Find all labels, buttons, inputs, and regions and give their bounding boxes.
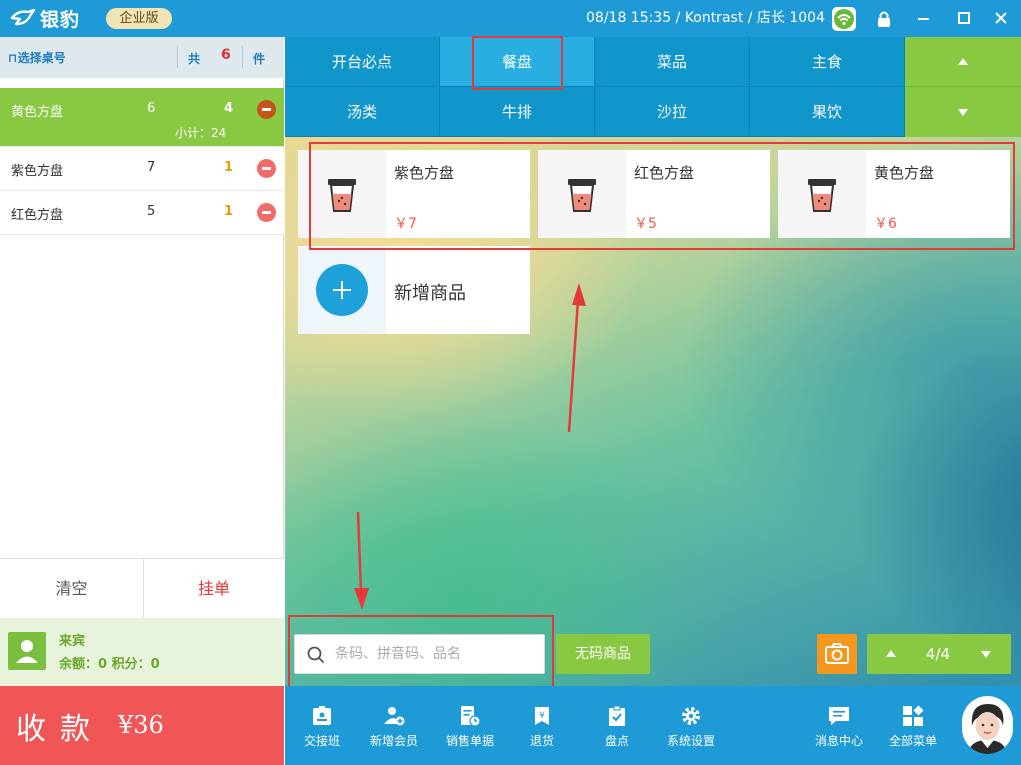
category-tab[interactable]: 汤类 — [285, 87, 440, 137]
id-card-icon — [313, 706, 331, 725]
status-text: 08/18 15:35 / Kontrast / 店长 1004 — [586, 10, 825, 26]
document-clock-icon — [461, 706, 481, 727]
agent-avatar-icon — [968, 704, 1007, 754]
divider — [242, 46, 243, 68]
category-tab[interactable]: 开台必点 — [285, 37, 440, 87]
search-icon — [307, 646, 325, 664]
return-goods-button[interactable]: ¥ 退货 — [505, 704, 579, 754]
page-down-button[interactable] — [961, 634, 1011, 674]
table-select-label[interactable]: ⊓选择桌号 — [8, 49, 66, 66]
return-icon: ¥ — [535, 707, 549, 725]
category-tab[interactable]: 果饮 — [750, 87, 905, 137]
all-menu-button[interactable]: 全部菜单 — [876, 704, 950, 754]
camera-button[interactable] — [817, 634, 857, 674]
category-tab[interactable]: 菜品 — [595, 37, 750, 87]
clear-button[interactable]: 清空 — [0, 558, 144, 618]
divider — [177, 46, 178, 68]
system-settings-button[interactable]: 系统设置 — [654, 704, 728, 754]
plus-icon — [316, 264, 368, 316]
arrow-down-icon — [981, 651, 991, 658]
arrow-up-icon — [958, 58, 968, 65]
order-item-name: 紫色方盘 — [11, 164, 64, 179]
shift-handover-button[interactable]: 交接班 — [285, 704, 359, 754]
customer-service-avatar[interactable] — [962, 696, 1013, 754]
message-center-button[interactable]: 消息中心 — [802, 704, 876, 754]
user-icon — [8, 632, 46, 670]
sales-records-button[interactable]: 销售单据 — [433, 704, 507, 754]
page-indicator: 4/4 — [915, 634, 961, 674]
remove-icon[interactable] — [257, 100, 276, 119]
no-barcode-product-button[interactable]: 无码商品 — [556, 634, 650, 674]
add-member-button[interactable]: 新增会员 — [357, 704, 431, 754]
edition-badge: 企业版 — [106, 8, 172, 29]
clipboard-check-icon — [609, 705, 625, 726]
hang-order-button[interactable]: 挂单 — [144, 558, 284, 618]
table-selector[interactable]: ⊓选择桌号 共 6 件 — [0, 37, 284, 78]
highlight-box — [309, 142, 1015, 250]
category-tab[interactable]: 牛排 — [440, 87, 595, 137]
order-item-price: 5 — [147, 204, 156, 219]
inventory-check-button[interactable]: 盘点 — [580, 704, 654, 754]
order-item[interactable]: 黄色方盘 6 4 小计：24 — [0, 88, 284, 147]
message-icon — [829, 707, 849, 725]
minimize-button[interactable] — [904, 0, 944, 37]
grid-menu-icon — [903, 705, 924, 726]
arrow-up-icon — [886, 650, 896, 657]
checkout-button[interactable]: 收款 ¥36 — [0, 686, 284, 765]
order-item-price: 6 — [147, 101, 156, 116]
maximize-button[interactable] — [944, 0, 984, 37]
category-tab[interactable]: 沙拉 — [595, 87, 750, 137]
svg-text:¥: ¥ — [539, 711, 545, 721]
search-input[interactable] — [335, 643, 535, 665]
member-name: 来宾 — [59, 634, 86, 649]
member-balance: 余额：0 积分：0 — [59, 657, 160, 672]
total-count: 6 — [221, 47, 231, 63]
member-info[interactable]: 来宾 余额：0 积分：0 — [0, 618, 284, 686]
table-icon: ⊓ — [8, 51, 18, 65]
total-suffix: 件 — [253, 52, 266, 66]
camera-icon — [825, 643, 849, 664]
total-prefix: 共 — [188, 52, 201, 66]
order-item[interactable]: 紫色方盘 7 1 — [0, 147, 284, 191]
category-scroll-up-button[interactable] — [905, 37, 1021, 87]
wifi-icon[interactable] — [832, 7, 856, 31]
product-area: 开台必点 餐盘 菜品 主食 汤类 牛排 沙拉 果饮 紫色方盘 ￥7 红色方盘 ￥… — [285, 36, 1021, 697]
remove-icon[interactable] — [257, 159, 276, 178]
checkout-amount: ¥36 — [118, 711, 164, 739]
add-product-label: 新增商品 — [394, 283, 466, 304]
order-item-subtotal: 小计：24 — [175, 126, 227, 140]
checkout-label: 收款 — [16, 712, 104, 747]
order-item-qty: 1 — [224, 204, 234, 219]
leopard-icon — [10, 8, 36, 26]
order-item-qty: 1 — [224, 160, 234, 175]
order-panel: ⊓选择桌号 共 6 件 黄色方盘 6 4 小计：24 紫色方盘 7 1 红色方盘… — [0, 37, 284, 765]
highlight-box — [472, 36, 563, 90]
brand-name: 银豹 — [40, 8, 81, 31]
order-item-price: 7 — [147, 160, 156, 175]
close-button[interactable] — [981, 0, 1021, 37]
add-product-image — [298, 246, 386, 334]
title-bar: 银豹 企业版 08/18 15:35 / Kontrast / 店长 1004 — [0, 0, 1021, 37]
lock-icon[interactable] — [872, 7, 896, 31]
page-up-button[interactable] — [867, 634, 915, 674]
gear-icon — [682, 707, 700, 725]
brand-logo: 银豹 — [10, 6, 81, 31]
add-product-card[interactable]: 新增商品 — [298, 246, 530, 334]
order-item-name: 红色方盘 — [11, 208, 64, 223]
order-item[interactable]: 红色方盘 5 1 — [0, 191, 284, 235]
search-box[interactable] — [294, 634, 545, 674]
category-scroll-down-button[interactable] — [905, 87, 1021, 137]
bottom-toolbar: 交接班 新增会员 销售单据 ¥ 退货 盘点 系统设置 消息中心 全部菜单 — [285, 686, 1021, 765]
category-tab[interactable]: 主食 — [750, 37, 905, 87]
order-item-name: 黄色方盘 — [11, 105, 64, 120]
arrow-down-icon — [958, 109, 968, 116]
order-item-qty: 4 — [224, 101, 234, 116]
remove-icon[interactable] — [257, 203, 276, 222]
add-user-icon — [384, 707, 405, 726]
